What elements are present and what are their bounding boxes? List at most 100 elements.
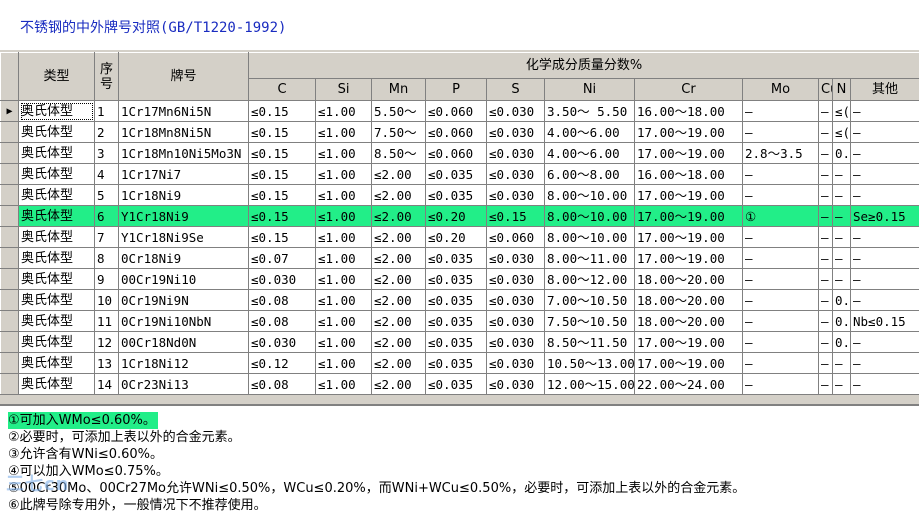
cell-grade[interactable]: 0Cr18Ni9 <box>119 248 249 269</box>
cell-seq[interactable]: 11 <box>95 311 119 332</box>
cell-other[interactable]: Nb≤0.15 <box>851 311 919 332</box>
cell-p[interactable]: ≤0.060 <box>426 143 487 164</box>
cell-n[interactable]: 0.1 <box>833 290 851 311</box>
cell-p[interactable]: ≤0.035 <box>426 353 487 374</box>
cell-s[interactable]: ≤0.030 <box>487 122 545 143</box>
cell-grade[interactable]: 0Cr19Ni9N <box>119 290 249 311</box>
table-row[interactable]: 奥氏体型21Cr18Mn8Ni5N≤0.15≤1.007.50～≤0.060≤0… <box>1 122 919 143</box>
cell-cr[interactable]: 18.00～20.00 <box>635 311 743 332</box>
cell-seq[interactable]: 6 <box>95 206 119 227</box>
cell-grade[interactable]: 1Cr17Ni7 <box>119 164 249 185</box>
cell-cu[interactable]: — <box>819 185 833 206</box>
cell-c[interactable]: ≤0.15 <box>249 206 316 227</box>
cell-other[interactable]: — <box>851 143 919 164</box>
header-element[interactable]: 其他 <box>851 79 919 101</box>
cell-c[interactable]: ≤0.07 <box>249 248 316 269</box>
cell-mo[interactable]: — <box>743 122 819 143</box>
cell-si[interactable]: ≤1.00 <box>316 164 372 185</box>
cell-mo[interactable]: — <box>743 269 819 290</box>
table-row[interactable]: 奥氏体型131Cr18Ni12≤0.12≤1.00≤2.00≤0.035≤0.0… <box>1 353 919 374</box>
cell-cr[interactable]: 17.00～19.00 <box>635 206 743 227</box>
header-grade[interactable]: 牌号 <box>119 53 249 101</box>
cell-ni[interactable]: 8.00～10.00 <box>545 185 635 206</box>
cell-cu[interactable]: — <box>819 122 833 143</box>
header-element[interactable]: Mn <box>372 79 426 101</box>
cell-c[interactable]: ≤0.15 <box>249 164 316 185</box>
cell-ni[interactable]: 6.00～8.00 <box>545 164 635 185</box>
cell-type[interactable]: 奥氏体型 <box>19 185 95 206</box>
cell-other[interactable]: — <box>851 164 919 185</box>
cell-c[interactable]: ≤0.08 <box>249 290 316 311</box>
cell-si[interactable]: ≤1.00 <box>316 374 372 395</box>
cell-mn[interactable]: ≤2.00 <box>372 227 426 248</box>
cell-s[interactable]: ≤0.030 <box>487 248 545 269</box>
cell-c[interactable]: ≤0.15 <box>249 122 316 143</box>
cell-cu[interactable]: — <box>819 101 833 122</box>
cell-other[interactable]: — <box>851 122 919 143</box>
cell-mn[interactable]: ≤2.00 <box>372 353 426 374</box>
row-indicator[interactable] <box>1 269 19 290</box>
cell-p[interactable]: ≤0.035 <box>426 311 487 332</box>
row-indicator[interactable] <box>1 227 19 248</box>
cell-p[interactable]: ≤0.035 <box>426 185 487 206</box>
cell-mo[interactable]: — <box>743 374 819 395</box>
cell-mo[interactable]: ① <box>743 206 819 227</box>
row-indicator[interactable]: ▶ <box>1 101 19 122</box>
row-indicator[interactable] <box>1 374 19 395</box>
cell-c[interactable]: ≤0.15 <box>249 185 316 206</box>
cell-seq[interactable]: 5 <box>95 185 119 206</box>
cell-cr[interactable]: 18.00～20.00 <box>635 290 743 311</box>
cell-p[interactable]: ≤0.060 <box>426 122 487 143</box>
cell-type[interactable]: 奥氏体型 <box>19 227 95 248</box>
cell-mo[interactable]: — <box>743 353 819 374</box>
header-element[interactable]: Mo <box>743 79 819 101</box>
cell-si[interactable]: ≤1.00 <box>316 227 372 248</box>
cell-s[interactable]: ≤0.030 <box>487 290 545 311</box>
header-element[interactable]: N <box>833 79 851 101</box>
cell-si[interactable]: ≤1.00 <box>316 290 372 311</box>
cell-mn[interactable]: ≤2.00 <box>372 374 426 395</box>
cell-mo[interactable]: — <box>743 227 819 248</box>
cell-other[interactable]: — <box>851 353 919 374</box>
cell-ni[interactable]: 12.00～15.00 <box>545 374 635 395</box>
cell-seq[interactable]: 14 <box>95 374 119 395</box>
cell-s[interactable]: ≤0.060 <box>487 227 545 248</box>
table-row[interactable]: 奥氏体型140Cr23Ni13≤0.08≤1.00≤2.00≤0.035≤0.0… <box>1 374 919 395</box>
row-indicator[interactable] <box>1 164 19 185</box>
cell-s[interactable]: ≤0.030 <box>487 311 545 332</box>
cell-n[interactable]: 0.1 <box>833 332 851 353</box>
cell-grade[interactable]: 1Cr18Mn8Ni5N <box>119 122 249 143</box>
table-row[interactable]: 奥氏体型6Y1Cr18Ni9≤0.15≤1.00≤2.00≤0.20≤0.158… <box>1 206 919 227</box>
cell-c[interactable]: ≤0.12 <box>249 353 316 374</box>
cell-other[interactable]: Se≥0.15 <box>851 206 919 227</box>
cell-ni[interactable]: 8.00～10.00 <box>545 227 635 248</box>
table-row[interactable]: 奥氏体型900Cr19Ni10≤0.030≤1.00≤2.00≤0.035≤0.… <box>1 269 919 290</box>
cell-cu[interactable]: — <box>819 206 833 227</box>
cell-other[interactable]: — <box>851 185 919 206</box>
cell-n[interactable]: — <box>833 374 851 395</box>
cell-cu[interactable]: — <box>819 353 833 374</box>
cell-grade[interactable]: 00Cr18Nd0N <box>119 332 249 353</box>
cell-s[interactable]: ≤0.15 <box>487 206 545 227</box>
cell-n[interactable]: — <box>833 269 851 290</box>
cell-seq[interactable]: 8 <box>95 248 119 269</box>
table-row[interactable]: 奥氏体型31Cr18Mn10Ni5Mo3N≤0.15≤1.008.50～≤0.0… <box>1 143 919 164</box>
cell-type[interactable]: 奥氏体型 <box>19 290 95 311</box>
cell-n[interactable]: — <box>833 227 851 248</box>
cell-mn[interactable]: ≤2.00 <box>372 164 426 185</box>
table-row[interactable]: 奥氏体型1200Cr18Nd0N≤0.030≤1.00≤2.00≤0.035≤0… <box>1 332 919 353</box>
cell-mn[interactable]: ≤2.00 <box>372 311 426 332</box>
cell-si[interactable]: ≤1.00 <box>316 332 372 353</box>
header-element[interactable]: Ni <box>545 79 635 101</box>
cell-ni[interactable]: 3.50～ 5.50 <box>545 101 635 122</box>
row-indicator[interactable] <box>1 353 19 374</box>
cell-cr[interactable]: 16.00～18.00 <box>635 164 743 185</box>
table-row[interactable]: 奥氏体型51Cr18Ni9≤0.15≤1.00≤2.00≤0.035≤0.030… <box>1 185 919 206</box>
cell-c[interactable]: ≤0.15 <box>249 143 316 164</box>
cell-n[interactable]: — <box>833 353 851 374</box>
cell-s[interactable]: ≤0.030 <box>487 353 545 374</box>
cell-ni[interactable]: 4.00～6.00 <box>545 143 635 164</box>
cell-cu[interactable]: — <box>819 248 833 269</box>
data-grid[interactable]: 类型 序号 牌号 化学成分质量分数% CSiMnPSNiCrMoCuN其他 ▶奥… <box>0 50 919 404</box>
cell-ni[interactable]: 8.00～12.00 <box>545 269 635 290</box>
